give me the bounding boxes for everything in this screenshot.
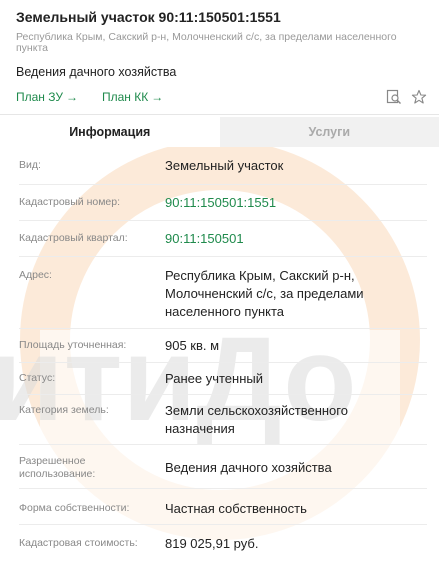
star-outline-icon[interactable]: [410, 89, 427, 106]
row-label: Форма собственности:: [19, 502, 130, 514]
plan-zu-link[interactable]: План ЗУ →: [16, 90, 78, 104]
info-row-ownership: Форма собственности: Частная собственнос…: [19, 489, 427, 525]
permitted-use-line: Ведения дачного хозяйства: [16, 65, 177, 79]
row-value: Ранее учтенный: [165, 371, 263, 386]
info-row-cadastral-number: Кадастровый номер: 90:11:150501:1551: [19, 185, 427, 221]
search-in-document-icon[interactable]: [385, 89, 402, 106]
row-value: 819 025,91 руб.: [165, 536, 259, 551]
arrow-right-icon: →: [151, 90, 164, 104]
row-label: Разрешенное использование:: [19, 455, 96, 480]
header-divider: [0, 114, 439, 115]
row-value: 905 кв. м: [165, 338, 220, 353]
row-value: Ведения дачного хозяйства: [165, 460, 332, 475]
info-row-status: Статус: Ранее учтенный: [19, 363, 427, 395]
info-table: Вид: Земельный участок Кадастровый номер…: [0, 147, 439, 559]
plan-kk-link[interactable]: План КК →: [102, 90, 163, 104]
tab-information[interactable]: Информация: [0, 117, 220, 147]
row-value: Республика Крым, Сакский р-н, Молочненск…: [165, 268, 364, 319]
info-row-land-category: Категория земель: Земли сельскохозяйстве…: [19, 395, 427, 445]
cadastral-quarter-link[interactable]: 90:11:150501: [165, 230, 244, 248]
row-value: Земельный участок: [165, 158, 284, 173]
row-label: Адрес:: [19, 269, 52, 281]
info-row-cadastral-value: Кадастровая стоимость: 819 025,91 руб.: [19, 525, 427, 559]
tab-bar: Информация Услуги: [0, 117, 439, 147]
row-label: Кадастровый номер:: [19, 196, 121, 208]
row-label: Площадь уточненная:: [19, 339, 127, 351]
info-row-area: Площадь уточненная: 905 кв. м: [19, 329, 427, 363]
row-label: Кадастровый квартал:: [19, 232, 128, 244]
info-row-type: Вид: Земельный участок: [19, 147, 427, 185]
plan-zu-label: План ЗУ: [16, 90, 63, 104]
row-value: Земли сельскохозяйственного назначения: [165, 403, 348, 436]
plan-kk-label: План КК: [102, 90, 149, 104]
row-label: Категория земель:: [19, 404, 109, 416]
info-row-permitted-use: Разрешенное использование: Ведения дачно…: [19, 445, 427, 489]
info-row-cadastral-quarter: Кадастровый квартал: 90:11:150501: [19, 221, 427, 257]
arrow-right-icon: →: [66, 90, 78, 104]
row-label: Статус:: [19, 372, 56, 384]
object-header: Земельный участок 90:11:150501:1551 Респ…: [0, 0, 439, 106]
info-row-address: Адрес: Республика Крым, Сакский р-н, Мол…: [19, 257, 427, 329]
tab-services[interactable]: Услуги: [219, 117, 439, 147]
address-subtitle: Республика Крым, Сакский р-н, Молочненск…: [16, 31, 397, 54]
cadastral-number-link[interactable]: 90:11:150501:1551: [165, 194, 276, 212]
row-value: Частная собственность: [165, 501, 307, 516]
row-label: Кадастровая стоимость:: [19, 537, 138, 549]
plan-links-bar: План ЗУ → План КК →: [16, 88, 427, 106]
row-label: Вид:: [19, 159, 41, 171]
page-title: Земельный участок 90:11:150501:1551: [16, 9, 281, 25]
action-icons: [385, 89, 427, 106]
